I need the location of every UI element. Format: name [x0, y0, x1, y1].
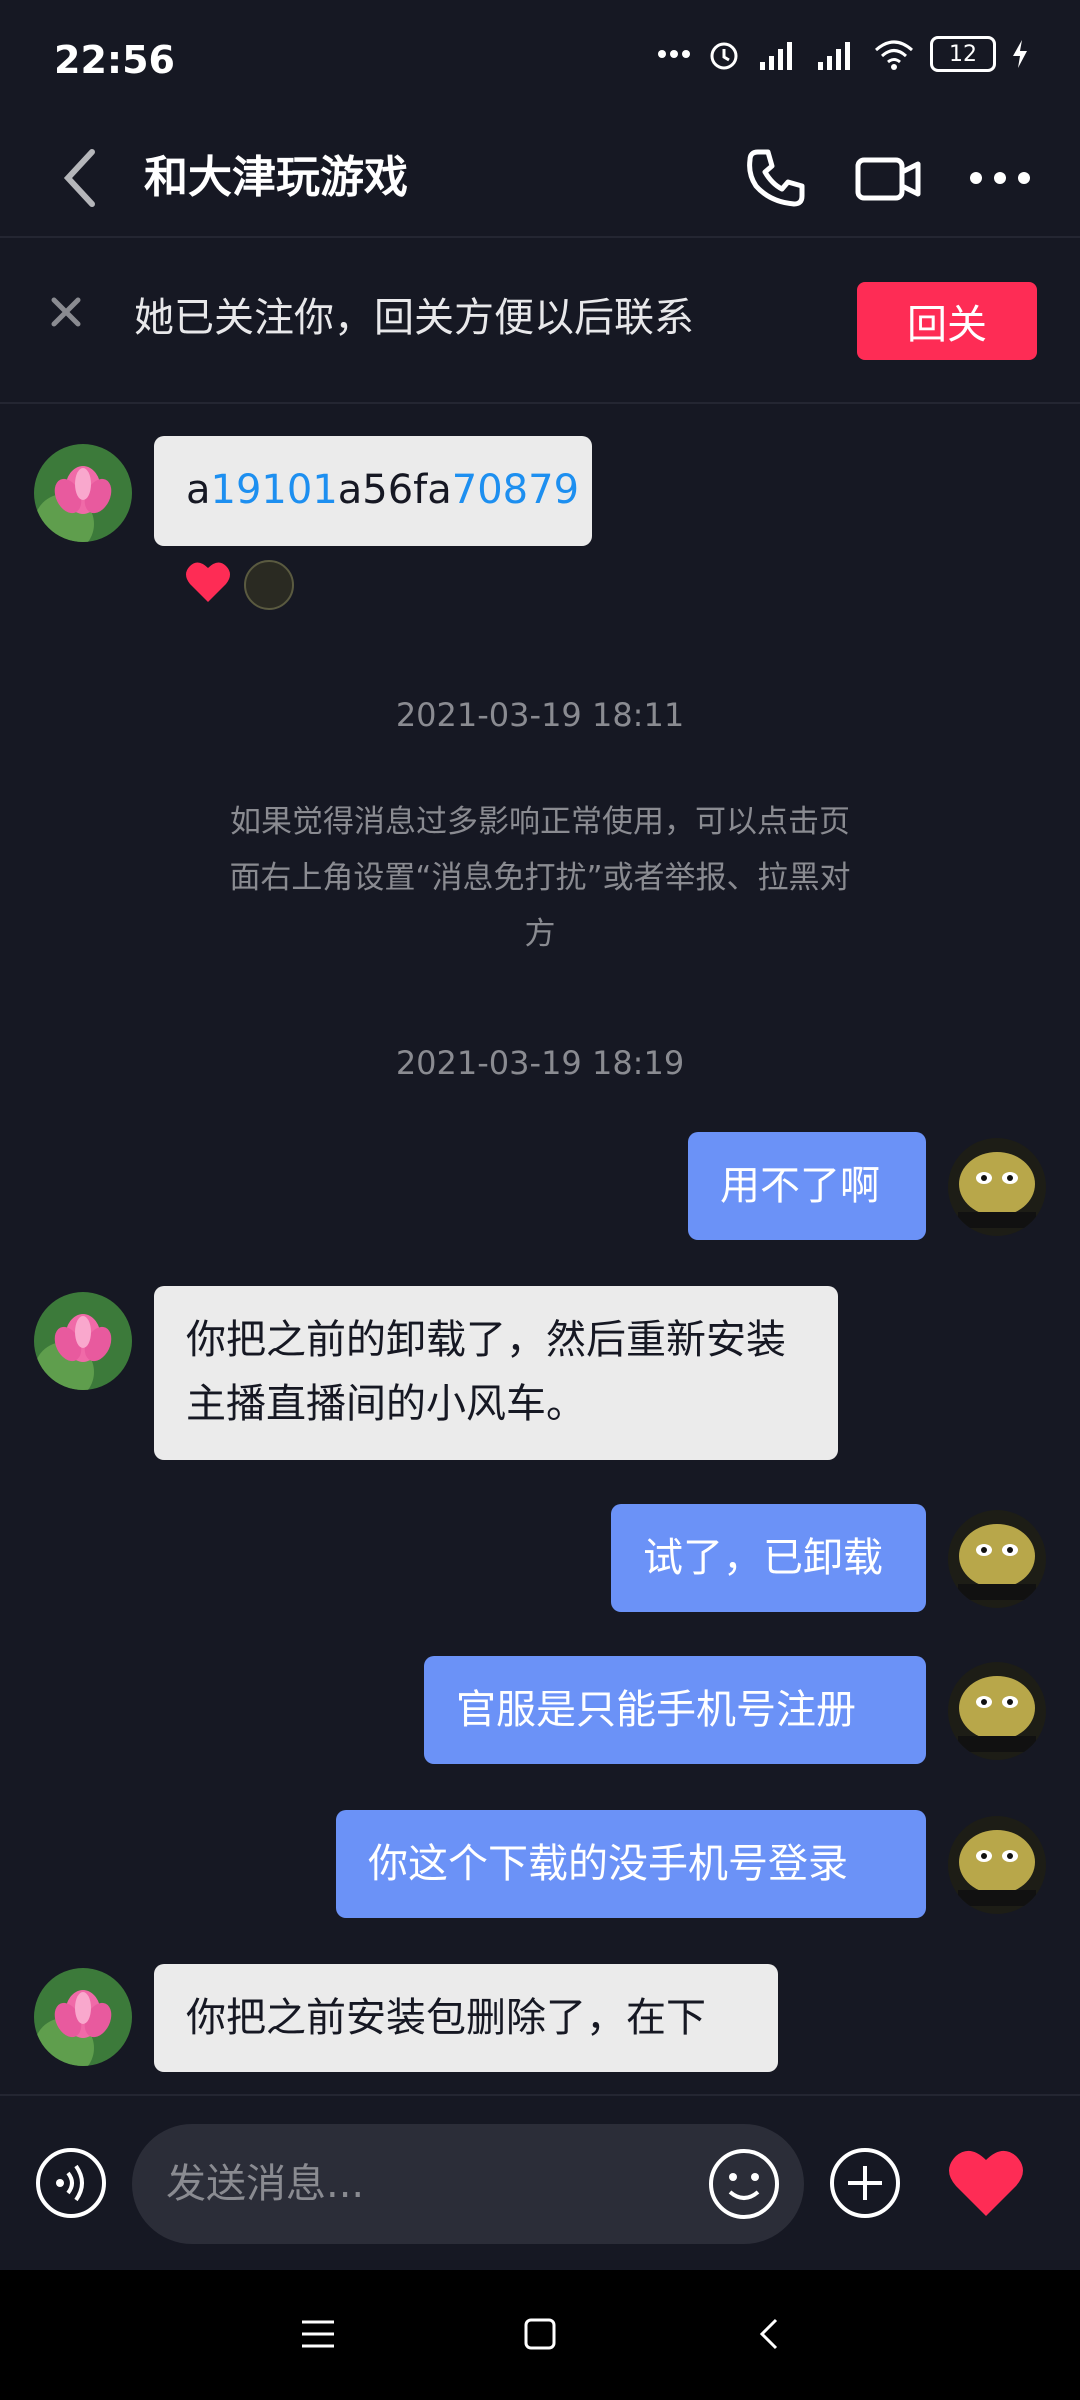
message-bubble-outgoing[interactable]: 你这个下载的没手机号登录 — [336, 1810, 926, 1918]
reactor-avatar — [244, 560, 294, 610]
menu-nav-icon[interactable] — [300, 2316, 336, 2352]
message-text-part: a — [186, 467, 211, 513]
more-options-icon[interactable] — [964, 142, 1036, 214]
wifi-icon — [875, 40, 913, 70]
my-avatar[interactable] — [948, 1816, 1046, 1914]
message-bubble-incoming[interactable]: 你把之前安装包删除了，在下 — [154, 1964, 778, 2072]
heart-reaction-icon — [186, 562, 230, 602]
status-bar: 22:56 12 — [0, 0, 1080, 120]
compose-bar: 发送消息... — [0, 2094, 1080, 2272]
message-input[interactable]: 发送消息... — [132, 2124, 804, 2244]
timestamp: 2021-03-19 18:11 — [395, 696, 685, 734]
message-bubble-incoming[interactable]: 你把之前的卸载了，然后重新安装主播直播间的小风车。 — [154, 1286, 838, 1460]
my-avatar[interactable] — [948, 1510, 1046, 1608]
contact-avatar[interactable] — [34, 1968, 132, 2066]
follow-back-bar: 她已关注你，回关方便以后联系 回关 — [0, 238, 1080, 404]
signal-hd-icon-2 — [818, 42, 850, 70]
message-input-placeholder: 发送消息... — [166, 2161, 365, 2207]
message-bubble-outgoing[interactable]: 用不了啊 — [688, 1132, 926, 1240]
emoji-icon[interactable] — [706, 2146, 782, 2222]
timestamp: 2021-03-19 18:19 — [395, 1044, 685, 1082]
alarm-icon — [710, 42, 738, 70]
voice-input-icon[interactable] — [34, 2146, 108, 2220]
phone-link-1[interactable]: 19101 — [211, 467, 338, 513]
status-time: 22:56 — [54, 38, 175, 82]
follow-prompt-text: 她已关注你，回关方便以后联系 — [134, 295, 694, 341]
my-avatar[interactable] — [948, 1662, 1046, 1760]
message-text-part: a56fa — [337, 467, 452, 513]
battery-level: 12 — [949, 41, 977, 67]
contact-avatar[interactable] — [34, 444, 132, 542]
signal-hd-icon-1 — [760, 42, 792, 70]
chat-header: 和大津玩游戏 — [0, 120, 1080, 238]
battery-indicator: 12 — [930, 36, 996, 72]
add-plus-icon[interactable] — [828, 2146, 902, 2220]
home-nav-icon[interactable] — [522, 2316, 558, 2352]
system-notice: 如果觉得消息过多影响正常使用，可以点击页面右上角设置“消息免打扰”或者举报、拉黑… — [229, 804, 851, 952]
follow-back-button[interactable]: 回关 — [857, 282, 1037, 360]
charging-icon — [1013, 40, 1027, 68]
phone-link-2[interactable]: 70879 — [452, 467, 579, 513]
message-bubble-outgoing[interactable]: 试了，已卸载 — [611, 1504, 926, 1612]
close-icon[interactable] — [44, 290, 88, 334]
heart-send-icon[interactable] — [946, 2146, 1026, 2220]
my-avatar[interactable] — [948, 1138, 1046, 1236]
video-call-icon[interactable] — [852, 142, 924, 214]
more-dots-icon — [658, 50, 690, 58]
back-icon[interactable] — [52, 142, 112, 214]
back-nav-icon[interactable] — [752, 2316, 788, 2352]
contact-avatar[interactable] — [34, 1292, 132, 1390]
message-bubble-incoming[interactable]: a19101a56fa70879 — [154, 436, 592, 546]
system-nav-bar — [0, 2270, 1080, 2400]
phone-call-icon[interactable] — [740, 142, 812, 214]
chat-title: 和大津玩游戏 — [144, 152, 408, 203]
status-icons: 12 — [656, 36, 1030, 72]
message-bubble-outgoing[interactable]: 官服是只能手机号注册 — [424, 1656, 926, 1764]
